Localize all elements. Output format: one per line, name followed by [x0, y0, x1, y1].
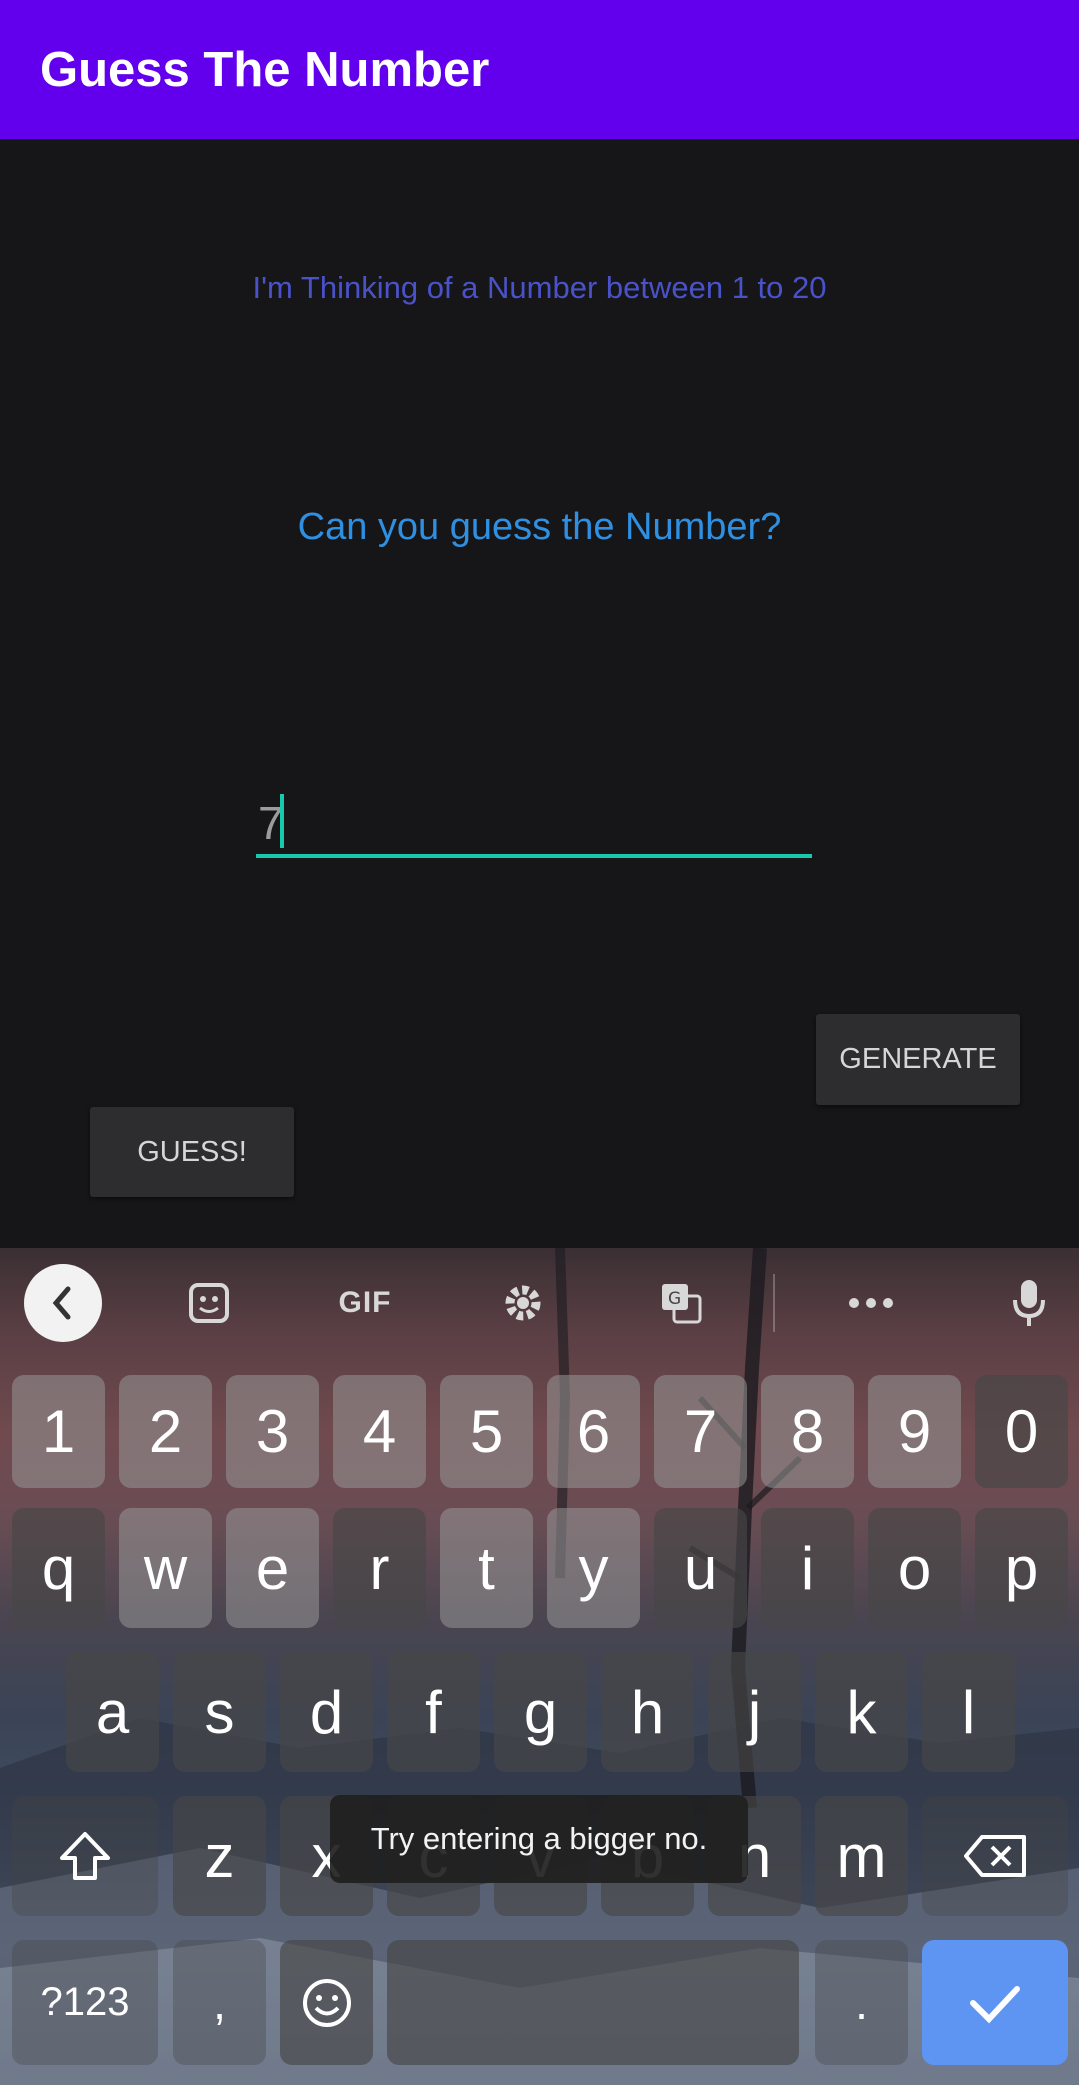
gif-label: GIF	[338, 1286, 392, 1319]
key-1[interactable]: 1	[12, 1375, 105, 1488]
toolbar-divider	[773, 1274, 775, 1332]
shift-icon	[60, 1832, 110, 1880]
symbols-key[interactable]: ?123	[12, 1940, 158, 2065]
key-w[interactable]: w	[119, 1508, 212, 1628]
guess-input[interactable]: 7	[256, 790, 812, 858]
key-t[interactable]: t	[440, 1508, 533, 1628]
comma-label: ,	[213, 1976, 226, 2029]
key-l[interactable]: l	[922, 1652, 1015, 1772]
toast-message: Try entering a bigger no.	[330, 1795, 748, 1883]
key-o[interactable]: o	[868, 1508, 961, 1628]
chevron-left-icon[interactable]	[24, 1264, 102, 1342]
guess-button[interactable]: GUESS!	[90, 1107, 294, 1197]
period-label: .	[855, 1976, 868, 2029]
key-8[interactable]: 8	[761, 1375, 854, 1488]
period-key[interactable]: .	[815, 1940, 908, 2065]
soft-keyboard: GIF G 1 2 3 4 5 6 7 8 9 0 q w e r t y u …	[0, 1248, 1079, 2085]
key-6[interactable]: 6	[547, 1375, 640, 1488]
key-2[interactable]: 2	[119, 1375, 212, 1488]
key-a[interactable]: a	[66, 1652, 159, 1772]
key-4[interactable]: 4	[333, 1375, 426, 1488]
keyboard-toolbar: GIF G	[0, 1248, 1079, 1358]
key-d[interactable]: d	[280, 1652, 373, 1772]
text-cursor	[280, 794, 284, 848]
key-e[interactable]: e	[226, 1508, 319, 1628]
key-p[interactable]: p	[975, 1508, 1068, 1628]
key-3[interactable]: 3	[226, 1375, 319, 1488]
symbols-label: ?123	[40, 1980, 130, 2024]
key-m[interactable]: m	[815, 1796, 908, 1916]
key-h[interactable]: h	[601, 1652, 694, 1772]
backspace-key[interactable]	[922, 1796, 1068, 1916]
app-title: Guess The Number	[40, 43, 490, 97]
key-f[interactable]: f	[387, 1652, 480, 1772]
key-5[interactable]: 5	[440, 1375, 533, 1488]
key-s[interactable]: s	[173, 1652, 266, 1772]
range-hint-text: I'm Thinking of a Number between 1 to 20	[252, 270, 827, 305]
emoji-key[interactable]	[280, 1940, 373, 2065]
comma-key[interactable]: ,	[173, 1940, 266, 2065]
key-j[interactable]: j	[708, 1652, 801, 1772]
key-9[interactable]: 9	[868, 1375, 961, 1488]
key-g[interactable]: g	[494, 1652, 587, 1772]
key-q[interactable]: q	[12, 1508, 105, 1628]
translate-icon[interactable]: G	[646, 1270, 716, 1336]
key-z[interactable]: z	[173, 1796, 266, 1916]
key-r[interactable]: r	[333, 1508, 426, 1628]
checkmark-icon	[970, 1985, 1020, 2023]
key-k[interactable]: k	[815, 1652, 908, 1772]
key-i[interactable]: i	[761, 1508, 854, 1628]
key-0[interactable]: 0	[975, 1375, 1068, 1488]
app-bar: Guess The Number	[0, 0, 1079, 139]
emoji-icon	[302, 1978, 351, 2027]
enter-key[interactable]	[922, 1940, 1068, 2065]
sticker-icon[interactable]	[174, 1270, 244, 1336]
gear-icon[interactable]	[488, 1270, 558, 1336]
key-u[interactable]: u	[654, 1508, 747, 1628]
key-y[interactable]: y	[547, 1508, 640, 1628]
backspace-icon	[964, 1835, 1026, 1877]
svg-text:G: G	[668, 1289, 681, 1309]
gif-button[interactable]: GIF	[330, 1270, 400, 1336]
shift-key[interactable]	[12, 1796, 158, 1916]
key-7[interactable]: 7	[654, 1375, 747, 1488]
more-icon[interactable]	[836, 1270, 906, 1336]
generate-button[interactable]: GENERATE	[816, 1014, 1020, 1105]
space-bar[interactable]	[387, 1940, 799, 2065]
question-text: Can you guess the Number?	[297, 506, 782, 548]
microphone-icon[interactable]	[994, 1270, 1064, 1336]
